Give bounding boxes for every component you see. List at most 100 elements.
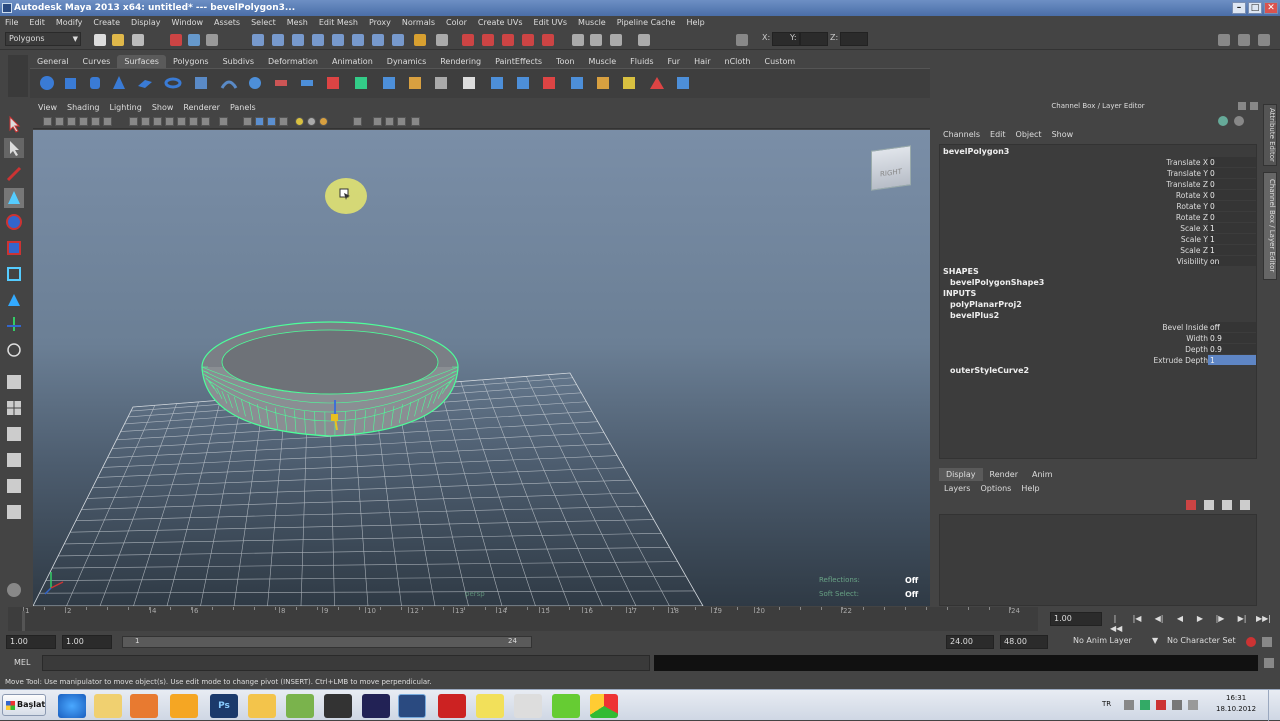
- sidebar-toggle-icon[interactable]: [590, 34, 602, 46]
- select-tool-icon[interactable]: [4, 114, 24, 134]
- shelf-tab-fur[interactable]: Fur: [661, 55, 688, 68]
- channel-box-tab[interactable]: Channel Box / Layer Editor: [1263, 172, 1277, 280]
- input-node-outerstylecurve[interactable]: outerStyleCurve2: [950, 366, 1029, 375]
- shelf-tab-rendering[interactable]: Rendering: [433, 55, 488, 68]
- character-set-dropdown-arrow[interactable]: ▼: [1152, 636, 1158, 645]
- render-frame-icon[interactable]: [462, 34, 474, 46]
- paint-select-tool-icon[interactable]: [4, 164, 24, 184]
- hypershade-icon[interactable]: [522, 34, 534, 46]
- channel-value[interactable]: 0: [1208, 201, 1256, 211]
- channel-label[interactable]: Scale Y: [1181, 234, 1208, 245]
- channel-label[interactable]: Translate Z: [1166, 179, 1208, 190]
- shelf-tab-custom[interactable]: Custom: [758, 55, 803, 68]
- trim-tool-icon[interactable]: [488, 74, 506, 92]
- channel-box-toggle-icon[interactable]: [1258, 34, 1270, 46]
- language-indicator[interactable]: TR: [1102, 700, 1111, 708]
- motion-blur-icon[interactable]: [397, 117, 406, 126]
- channel-label[interactable]: Rotate Y: [1176, 201, 1208, 212]
- channel-box-options-icon[interactable]: [1218, 116, 1228, 126]
- channel-label[interactable]: Rotate Z: [1176, 212, 1208, 223]
- high-quality-icon[interactable]: [373, 117, 382, 126]
- safe-action-icon[interactable]: [189, 117, 198, 126]
- channel-row[interactable]: Visibilityon: [940, 256, 1258, 267]
- command-input[interactable]: [42, 655, 650, 671]
- channel-value[interactable]: 0: [1208, 168, 1256, 178]
- shelf-tab-hair[interactable]: Hair: [687, 55, 717, 68]
- extrude-icon[interactable]: [272, 74, 290, 92]
- shelf-tab-ncloth[interactable]: nCloth: [718, 55, 758, 68]
- move-layer-up-icon[interactable]: [1186, 500, 1196, 510]
- select-camera-icon[interactable]: [43, 117, 52, 126]
- shelf-tab-muscle[interactable]: Muscle: [581, 55, 623, 68]
- layout-persp-graph-hypergraph-icon[interactable]: [4, 502, 24, 522]
- step-forward-key-button[interactable]: |▶: [1215, 614, 1225, 624]
- menu-assets[interactable]: Assets: [209, 16, 246, 30]
- make-live-icon[interactable]: [332, 34, 344, 46]
- panel-menu-show[interactable]: Show: [147, 102, 179, 114]
- bevel-attribute-row[interactable]: Width0.9: [940, 333, 1258, 344]
- layer-tab-render[interactable]: Render: [983, 468, 1025, 481]
- network-status-icon[interactable]: [1172, 700, 1182, 710]
- select-hierarchy-icon[interactable]: [170, 34, 182, 46]
- input-node-bevelplus[interactable]: bevelPlus2: [950, 311, 999, 320]
- rotate-tool-icon[interactable]: [4, 212, 24, 232]
- snap-curve-icon[interactable]: [272, 34, 284, 46]
- shape-node-name[interactable]: bevelPolygonShape3: [950, 278, 1044, 287]
- channel-label[interactable]: Scale Z: [1180, 245, 1208, 256]
- menu-create-uvs[interactable]: Create UVs: [473, 16, 529, 30]
- layer-list[interactable]: [939, 514, 1257, 606]
- smooth-shade-icon[interactable]: [255, 117, 264, 126]
- menu-window[interactable]: Window: [167, 16, 210, 30]
- channel-label[interactable]: Translate X: [1166, 157, 1208, 168]
- viewcube[interactable]: RIGHT: [871, 145, 911, 191]
- menu-help[interactable]: Help: [681, 16, 710, 30]
- layer-tab-anim[interactable]: Anim: [1025, 468, 1060, 481]
- isolate-select-icon[interactable]: [219, 117, 228, 126]
- bevel-attribute-label[interactable]: Depth: [1185, 344, 1208, 355]
- chrome-icon[interactable]: [590, 694, 618, 718]
- detach-surfaces-icon[interactable]: [568, 74, 586, 92]
- loft-icon[interactable]: [220, 74, 238, 92]
- gate-mask-icon[interactable]: [165, 117, 174, 126]
- auto-key-icon[interactable]: [1246, 637, 1256, 647]
- channel-row[interactable]: Translate X0: [940, 157, 1258, 168]
- channel-row[interactable]: Scale X1: [940, 223, 1258, 234]
- shadows-icon[interactable]: [307, 117, 316, 126]
- start-button[interactable]: Başlat: [2, 694, 46, 716]
- network-icon[interactable]: [286, 694, 314, 718]
- channel-value[interactable]: 1: [1208, 245, 1256, 255]
- history-icon[interactable]: [352, 34, 364, 46]
- new-empty-layer-icon[interactable]: [1222, 500, 1232, 510]
- construction-history-icon[interactable]: [414, 34, 426, 46]
- menu-normals[interactable]: Normals: [397, 16, 441, 30]
- textured-icon[interactable]: [319, 117, 328, 126]
- shelf-tab-subdivs[interactable]: Subdivs: [216, 55, 261, 68]
- menu-mesh[interactable]: Mesh: [282, 16, 314, 30]
- layout-hypershade-icon[interactable]: [4, 476, 24, 496]
- toggle-panel-icon[interactable]: [572, 34, 584, 46]
- render-settings-icon[interactable]: [502, 34, 514, 46]
- grid-icon[interactable]: [129, 117, 138, 126]
- maximize-button[interactable]: □: [1248, 2, 1262, 14]
- xray-icon[interactable]: [279, 117, 288, 126]
- capture-app-icon[interactable]: [324, 694, 352, 718]
- nurbs-plane-icon[interactable]: [136, 74, 154, 92]
- object-name[interactable]: bevelPolygon3: [943, 147, 1009, 156]
- menu-muscle[interactable]: Muscle: [573, 16, 612, 30]
- select-component-icon[interactable]: [206, 34, 218, 46]
- layout-persp-outliner-icon[interactable]: [4, 424, 24, 444]
- step-back-frame-button[interactable]: |◀: [1132, 614, 1142, 624]
- animation-preferences-icon[interactable]: [1262, 637, 1272, 647]
- render-view-icon[interactable]: [542, 34, 554, 46]
- square-surface-icon[interactable]: [352, 74, 370, 92]
- channel-value[interactable]: 0: [1208, 212, 1256, 222]
- channel-box-search-icon[interactable]: [1234, 116, 1244, 126]
- show-hidden-icons[interactable]: [1124, 700, 1134, 710]
- bookmarks-icon[interactable]: [67, 117, 76, 126]
- menu-display[interactable]: Display: [126, 16, 167, 30]
- ambient-occlusion-icon[interactable]: [385, 117, 394, 126]
- extend-surface-icon[interactable]: [620, 74, 638, 92]
- playback-start-field[interactable]: 1.00: [62, 635, 112, 649]
- bevel-attribute-value[interactable]: 0.9: [1208, 333, 1256, 343]
- range-slider[interactable]: 1 24: [122, 636, 532, 648]
